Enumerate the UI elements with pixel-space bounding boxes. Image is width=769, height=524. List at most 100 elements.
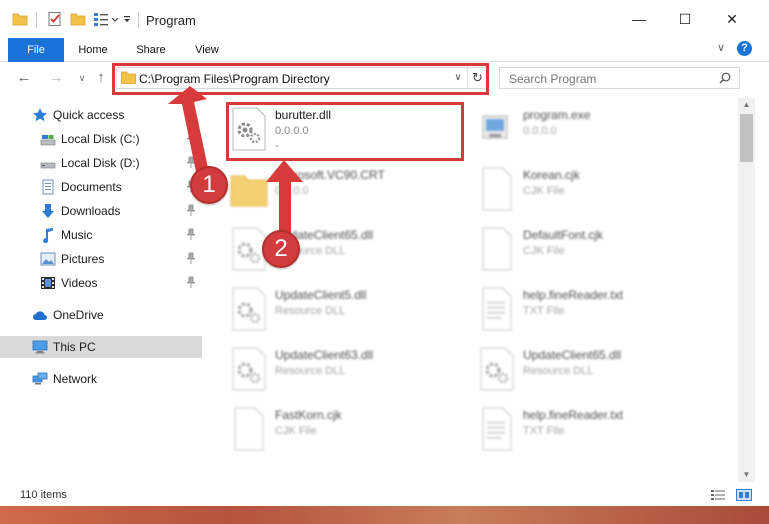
window-title: Program bbox=[146, 13, 196, 28]
pin-icon[interactable] bbox=[186, 276, 196, 288]
refresh-button[interactable]: ↻ bbox=[467, 68, 487, 88]
ribbon-tabs: File Home Share View ∨ ? bbox=[0, 38, 769, 62]
file-item[interactable]: FastKorn.cjk CJK File bbox=[229, 402, 469, 458]
scroll-up-icon[interactable]: ▲ bbox=[738, 98, 755, 112]
file-name: help.fineReader.txt bbox=[523, 288, 624, 302]
blank-file-icon bbox=[482, 227, 512, 271]
file-item[interactable]: burutter.dll 0.0.0.0 - bbox=[229, 102, 469, 158]
file-name: Microsoft.VC90.CRT bbox=[275, 168, 385, 182]
recent-locations-button[interactable]: ∨ bbox=[72, 68, 92, 88]
file-name: Korean.cjk bbox=[523, 168, 580, 182]
file-item[interactable]: UpdateClient5.dll Resource DLL bbox=[229, 282, 469, 338]
pictures-icon bbox=[40, 252, 56, 266]
sidebar-item-label: Network bbox=[53, 372, 98, 386]
chevron-down-icon[interactable] bbox=[111, 11, 119, 27]
file-type: TXT File bbox=[523, 425, 565, 437]
pin-icon[interactable] bbox=[186, 204, 196, 216]
file-item[interactable]: help.fineReader.txt TXT File bbox=[477, 402, 717, 458]
file-item[interactable]: UpdateClient63.dll Resource DLL bbox=[229, 342, 469, 398]
view-options-icon[interactable] bbox=[93, 11, 109, 27]
sidebar-item-pictures[interactable]: Pictures bbox=[0, 248, 202, 270]
sidebar-item-this-pc[interactable]: This PC bbox=[0, 336, 202, 358]
minimize-button[interactable]: — bbox=[616, 0, 662, 38]
tab-home[interactable]: Home bbox=[70, 38, 116, 62]
help-icon[interactable]: ? bbox=[737, 41, 752, 56]
sidebar-item-network[interactable]: Network bbox=[0, 368, 202, 390]
item-count: 110 items bbox=[20, 489, 67, 501]
file-name: DefaultFont.cjk bbox=[523, 228, 604, 242]
address-bar[interactable]: C:\Program Files\Program Directory ∨ ↻ bbox=[116, 67, 488, 89]
sidebar-item-music[interactable]: Music bbox=[0, 224, 202, 246]
sidebar-item-quick-access[interactable]: Quick access bbox=[0, 104, 202, 126]
drive-icon bbox=[40, 135, 56, 146]
sidebar-item-local-disk-c[interactable]: Local Disk (C:) bbox=[0, 128, 202, 150]
star-icon bbox=[32, 108, 48, 122]
expand-ribbon-button[interactable]: ∨ bbox=[717, 41, 725, 54]
file-name: FastKorn.cjk bbox=[275, 408, 342, 422]
file-type: CJK File bbox=[523, 185, 565, 197]
tab-share[interactable]: Share bbox=[128, 38, 174, 62]
file-version: 0.0.0.0 bbox=[275, 125, 309, 137]
sidebar-item-local-disk-d[interactable]: Local Disk (D:) bbox=[0, 152, 202, 174]
file-name: UpdateClient63.dll bbox=[275, 348, 374, 362]
step-2-badge: 2 bbox=[262, 230, 300, 268]
scrollbar-thumb[interactable] bbox=[740, 114, 753, 162]
file-explorer-window: Program — ☐ ✕ File Home Share View ∨ ? ←… bbox=[0, 0, 769, 524]
file-item[interactable]: help.fineReader.txt TXT File bbox=[477, 282, 717, 338]
tab-file[interactable]: File bbox=[8, 38, 64, 62]
dll-gear-icon bbox=[232, 347, 266, 391]
sidebar-item-label: Local Disk (D:) bbox=[61, 156, 140, 170]
scroll-down-icon[interactable]: ▼ bbox=[738, 468, 755, 482]
large-icons-view-icon[interactable] bbox=[736, 489, 752, 501]
up-button[interactable]: ↑ bbox=[91, 68, 111, 88]
pin-icon[interactable] bbox=[186, 132, 196, 144]
file-item[interactable]: program.exe 0.0.0.0 bbox=[477, 102, 717, 158]
computer-icon bbox=[32, 340, 48, 354]
sidebar-item-label: OneDrive bbox=[53, 308, 104, 322]
blank-file-icon bbox=[482, 167, 512, 211]
properties-icon[interactable] bbox=[47, 11, 63, 27]
details-view-icon[interactable] bbox=[710, 489, 726, 501]
dll-gear-icon bbox=[232, 287, 266, 331]
search-input[interactable]: Search Program bbox=[509, 72, 596, 86]
customize-toolbar-icon[interactable] bbox=[122, 11, 132, 27]
file-name: help.fineReader.txt bbox=[523, 408, 624, 422]
sidebar-item-documents[interactable]: Documents bbox=[0, 176, 202, 198]
download-icon bbox=[42, 204, 54, 218]
sidebar-item-label: Documents bbox=[61, 180, 122, 194]
file-type: Resource DLL bbox=[523, 365, 594, 377]
folder-icon bbox=[12, 13, 28, 26]
forward-button[interactable]: → bbox=[46, 68, 66, 88]
pin-icon[interactable] bbox=[186, 252, 196, 264]
file-item[interactable]: UpdateClient65.dll Resource DLL bbox=[477, 342, 717, 398]
close-button[interactable]: ✕ bbox=[709, 0, 755, 38]
folder-icon bbox=[230, 175, 268, 207]
sidebar-item-label: Local Disk (C:) bbox=[61, 132, 140, 146]
sidebar-item-downloads[interactable]: Downloads bbox=[0, 200, 202, 222]
navigation-bar: ← → ∨ ↑ C:\Program Files\Program Directo… bbox=[0, 62, 769, 96]
search-box[interactable]: Search Program bbox=[499, 67, 740, 89]
address-dropdown-button[interactable]: ∨ bbox=[451, 70, 465, 86]
pin-icon[interactable] bbox=[186, 228, 196, 240]
title-separator bbox=[138, 12, 139, 28]
text-file-icon bbox=[482, 407, 512, 451]
step-1-badge: 1 bbox=[190, 166, 228, 204]
sidebar-item-onedrive[interactable]: OneDrive bbox=[0, 304, 202, 326]
pin-icon[interactable] bbox=[186, 156, 196, 168]
file-item[interactable]: Korean.cjk CJK File bbox=[477, 162, 717, 218]
file-item[interactable]: Microsoft.VC90.CRT 0.0.0.0 bbox=[229, 162, 469, 218]
drive-icon bbox=[40, 162, 56, 169]
address-path[interactable]: C:\Program Files\Program Directory bbox=[139, 72, 330, 86]
tab-view[interactable]: View bbox=[184, 38, 230, 62]
desktop-background-strip bbox=[0, 506, 769, 524]
cloud-icon bbox=[33, 311, 47, 320]
sidebar-item-videos[interactable]: Videos bbox=[0, 272, 202, 294]
vertical-scrollbar[interactable]: ▲ ▼ bbox=[738, 98, 755, 482]
file-name: UpdateClient65.dll bbox=[523, 348, 622, 362]
file-name: burutter.dll bbox=[275, 108, 332, 122]
new-folder-icon[interactable] bbox=[70, 11, 86, 27]
back-button[interactable]: ← bbox=[14, 68, 34, 88]
file-item[interactable]: DefaultFont.cjk CJK File bbox=[477, 222, 717, 278]
title-separator bbox=[36, 12, 37, 28]
maximize-button[interactable]: ☐ bbox=[662, 0, 708, 38]
